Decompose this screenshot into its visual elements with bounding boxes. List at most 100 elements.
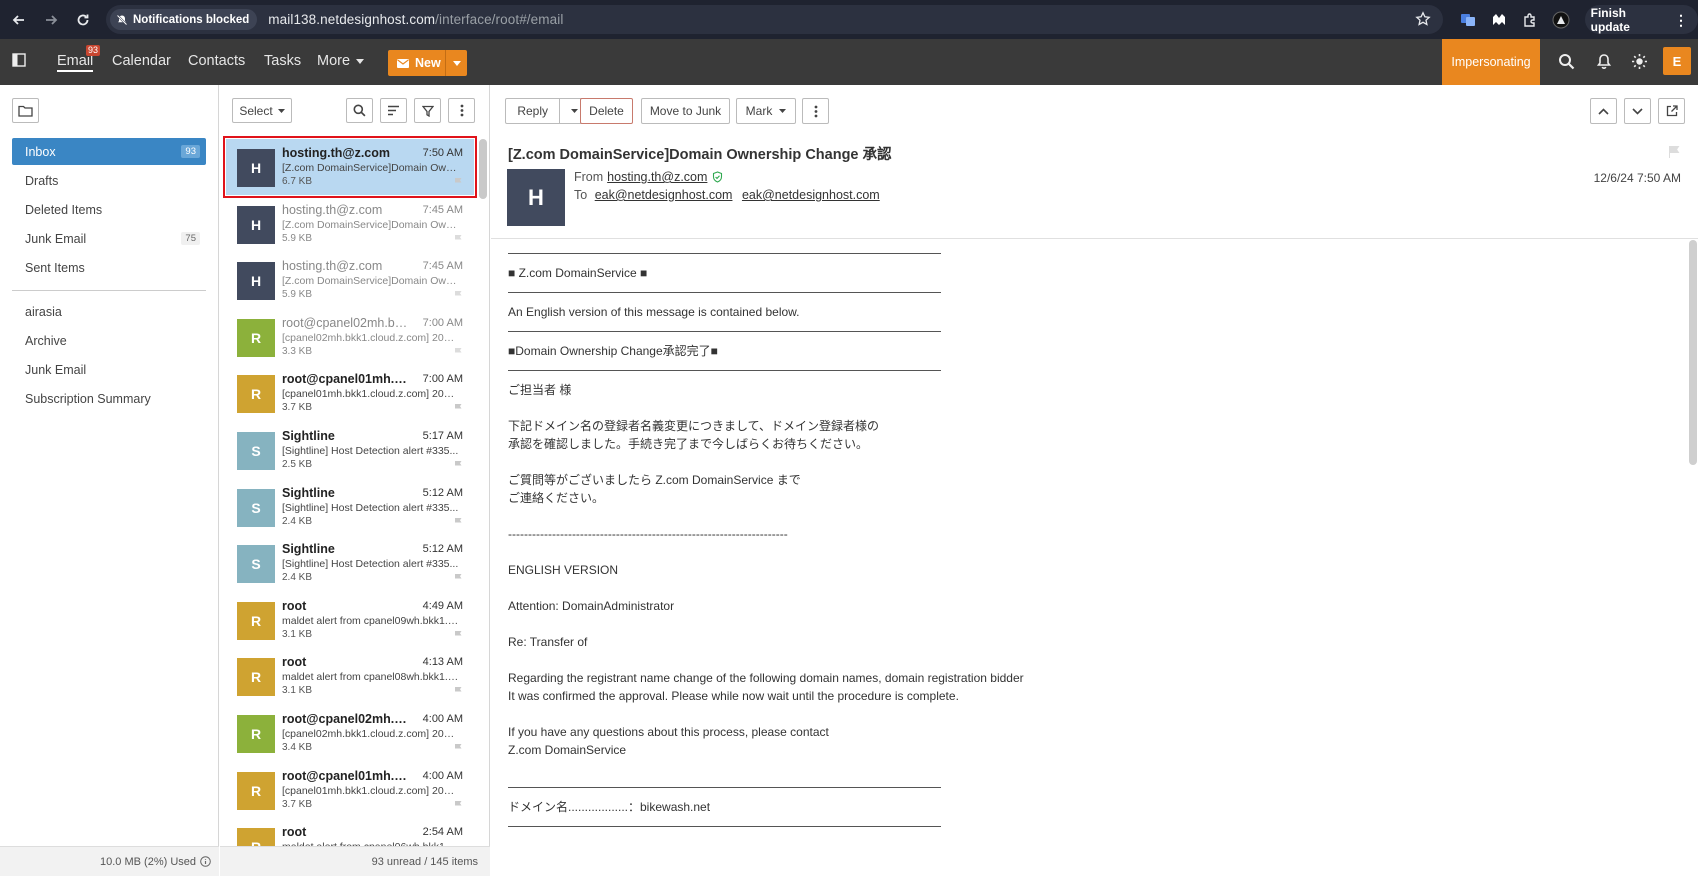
puzzle-extensions-icon[interactable] <box>1514 5 1545 35</box>
sender-avatar: H <box>237 205 275 244</box>
mark-dropdown[interactable]: Mark <box>736 98 796 124</box>
flag-icon[interactable] <box>454 743 463 753</box>
message-list-item[interactable]: Rroot@cpanel01mh.bkk... 7:00 AM [cpanel01m… <box>226 365 474 421</box>
finish-update-button[interactable]: Finish update ⋮ <box>1584 5 1698 34</box>
folder-junk-email-2[interactable]: Junk Email <box>12 356 206 383</box>
popout-button[interactable] <box>1658 98 1685 124</box>
message-size: 3.7 KB <box>282 798 313 810</box>
new-button-main[interactable]: New <box>388 56 445 70</box>
delete-button[interactable]: Delete <box>580 98 633 124</box>
flag-icon[interactable] <box>454 177 463 187</box>
reader-scrollbar[interactable] <box>1689 240 1697 465</box>
list-toolbar: Select <box>220 85 490 139</box>
message-list-item[interactable]: Rroot@cpanel02mh.bkk... 7:00 AM [cpanel02m… <box>226 309 474 365</box>
body-blank-line <box>508 759 1678 777</box>
nav-more[interactable]: More <box>317 53 365 69</box>
folder-sent-items[interactable]: Sent Items <box>12 254 206 281</box>
reply-button-group[interactable]: Reply <box>505 98 589 124</box>
message-list-item[interactable]: Hhosting.th@z.com 7:45 AM [Z.com DomainSer… <box>226 196 474 252</box>
folder-inbox[interactable]: Inbox 93 <box>12 138 206 165</box>
sort-button[interactable] <box>380 98 407 123</box>
new-dropdown-button[interactable] <box>445 50 467 76</box>
sender-avatar: H <box>507 169 565 226</box>
caret-down-icon <box>452 60 461 66</box>
url-path: /interface/root#/email <box>435 12 564 27</box>
body-rule <box>508 787 941 788</box>
next-message-button[interactable] <box>1624 98 1651 124</box>
user-avatar[interactable]: E <box>1663 47 1691 75</box>
message-list-item[interactable]: S Sightline 5:12 AM [Sightline] Host Detect… <box>226 535 474 591</box>
filter-button[interactable] <box>414 98 441 123</box>
search-icon[interactable] <box>1558 53 1575 70</box>
message-size: 3.3 KB <box>282 345 313 357</box>
forward-button[interactable] <box>38 7 64 33</box>
malwarebytes-extension-icon[interactable] <box>1483 5 1514 35</box>
folder-archive[interactable]: Archive <box>12 327 206 354</box>
nav-email[interactable]: Email 93 <box>57 45 101 72</box>
arrow-right-icon <box>46 14 58 25</box>
message-size: 5.9 KB <box>282 232 313 244</box>
list-footer: 93 unread / 145 items <box>220 846 490 876</box>
reader-more-button[interactable] <box>802 98 829 124</box>
flag-icon[interactable] <box>454 347 463 357</box>
flag-icon[interactable] <box>454 517 463 527</box>
caret-down-icon <box>356 58 365 64</box>
folder-drafts[interactable]: Drafts <box>12 167 206 194</box>
folder-pane: Inbox 93 Drafts Deleted Items Junk Email… <box>0 85 219 876</box>
nav-contacts[interactable]: Contacts <box>188 53 245 69</box>
impersonating-banner[interactable]: Impersonating <box>1442 39 1540 85</box>
message-list-item[interactable]: Rroot@cpanel02mh.bk... 4:00 AM [cpanel02mh… <box>226 705 474 761</box>
more-vertical-icon <box>814 105 817 117</box>
flag-icon[interactable] <box>454 686 463 696</box>
body-line: ドメイン名..................：bikewash.net <box>508 800 711 814</box>
flag-icon[interactable] <box>454 800 463 810</box>
message-list-item[interactable]: Rroot@cpanel01mh.bkk... 4:00 AM [cpanel01m… <box>226 762 474 818</box>
flag-icon[interactable] <box>454 403 463 413</box>
list-more-button[interactable] <box>448 98 475 123</box>
to-address-link[interactable]: eak@netdesignhost.com <box>742 188 880 202</box>
bell-icon[interactable] <box>1596 53 1612 70</box>
from-address-link[interactable]: hosting.th@z.com <box>607 170 707 184</box>
flag-icon[interactable] <box>454 630 463 640</box>
message-list-item[interactable]: S Sightline 5:17 AM [Sightline] Host Detect… <box>226 422 474 478</box>
folder-subscription-summary[interactable]: Subscription Summary <box>12 385 206 412</box>
list-scrollbar[interactable] <box>479 139 487 199</box>
body-blank-line <box>508 507 1678 525</box>
new-message-button[interactable]: New <box>388 50 467 76</box>
address-bar[interactable]: Notifications blocked mail138.netdesignh… <box>106 5 1443 34</box>
folder-airasia[interactable]: airasia <box>12 298 206 325</box>
message-list-item[interactable]: Rroot 4:13 AM maldet alert from cpanel08wh… <box>226 648 474 704</box>
flag-icon[interactable] <box>1668 145 1681 159</box>
folder-deleted-items[interactable]: Deleted Items <box>12 196 206 223</box>
message-list-item[interactable]: S Sightline 5:12 AM [Sightline] Host Detect… <box>226 479 474 535</box>
folder-junk-email[interactable]: Junk Email 75 <box>12 225 206 252</box>
message-sender: Sightline <box>282 429 335 443</box>
folder-label: Archive <box>25 333 67 348</box>
search-messages-button[interactable] <box>346 98 373 123</box>
flag-icon[interactable] <box>454 460 463 470</box>
nav-calendar[interactable]: Calendar <box>112 53 171 69</box>
to-address-link[interactable]: eak@netdesignhost.com <box>595 188 733 202</box>
flag-icon[interactable] <box>454 234 463 244</box>
notifications-blocked-chip[interactable]: Notifications blocked <box>110 9 258 30</box>
message-subject-preview: [Z.com DomainService]Domain Own... <box>282 218 460 231</box>
back-button[interactable] <box>6 7 32 33</box>
select-dropdown[interactable]: Select <box>232 98 292 123</box>
message-list-item[interactable]: Hhosting.th@z.com 7:50 AM [Z.com DomainSer… <box>223 136 477 198</box>
translate-extension-icon[interactable] <box>1452 5 1483 35</box>
nav-tasks[interactable]: Tasks <box>264 53 301 69</box>
panel-toggle-icon[interactable] <box>12 53 26 67</box>
message-subject-preview: [Z.com DomainService]Domain Own... <box>282 275 460 288</box>
move-to-junk-button[interactable]: Move to Junk <box>641 98 730 124</box>
flag-icon[interactable] <box>454 290 463 300</box>
reply-button[interactable]: Reply <box>506 99 561 123</box>
profile-avatar-icon[interactable] <box>1545 5 1576 35</box>
theme-sun-icon[interactable] <box>1631 53 1648 70</box>
flag-icon[interactable] <box>454 573 463 583</box>
folder-menu-button[interactable] <box>12 98 39 123</box>
previous-message-button[interactable] <box>1590 98 1617 124</box>
message-list-item[interactable]: Rroot 4:49 AM maldet alert from cpanel09wh… <box>226 592 474 648</box>
message-list-item[interactable]: Hhosting.th@z.com 7:45 AM [Z.com DomainSer… <box>226 252 474 308</box>
reload-button[interactable] <box>70 7 96 33</box>
bookmark-star-icon[interactable] <box>1415 11 1431 27</box>
